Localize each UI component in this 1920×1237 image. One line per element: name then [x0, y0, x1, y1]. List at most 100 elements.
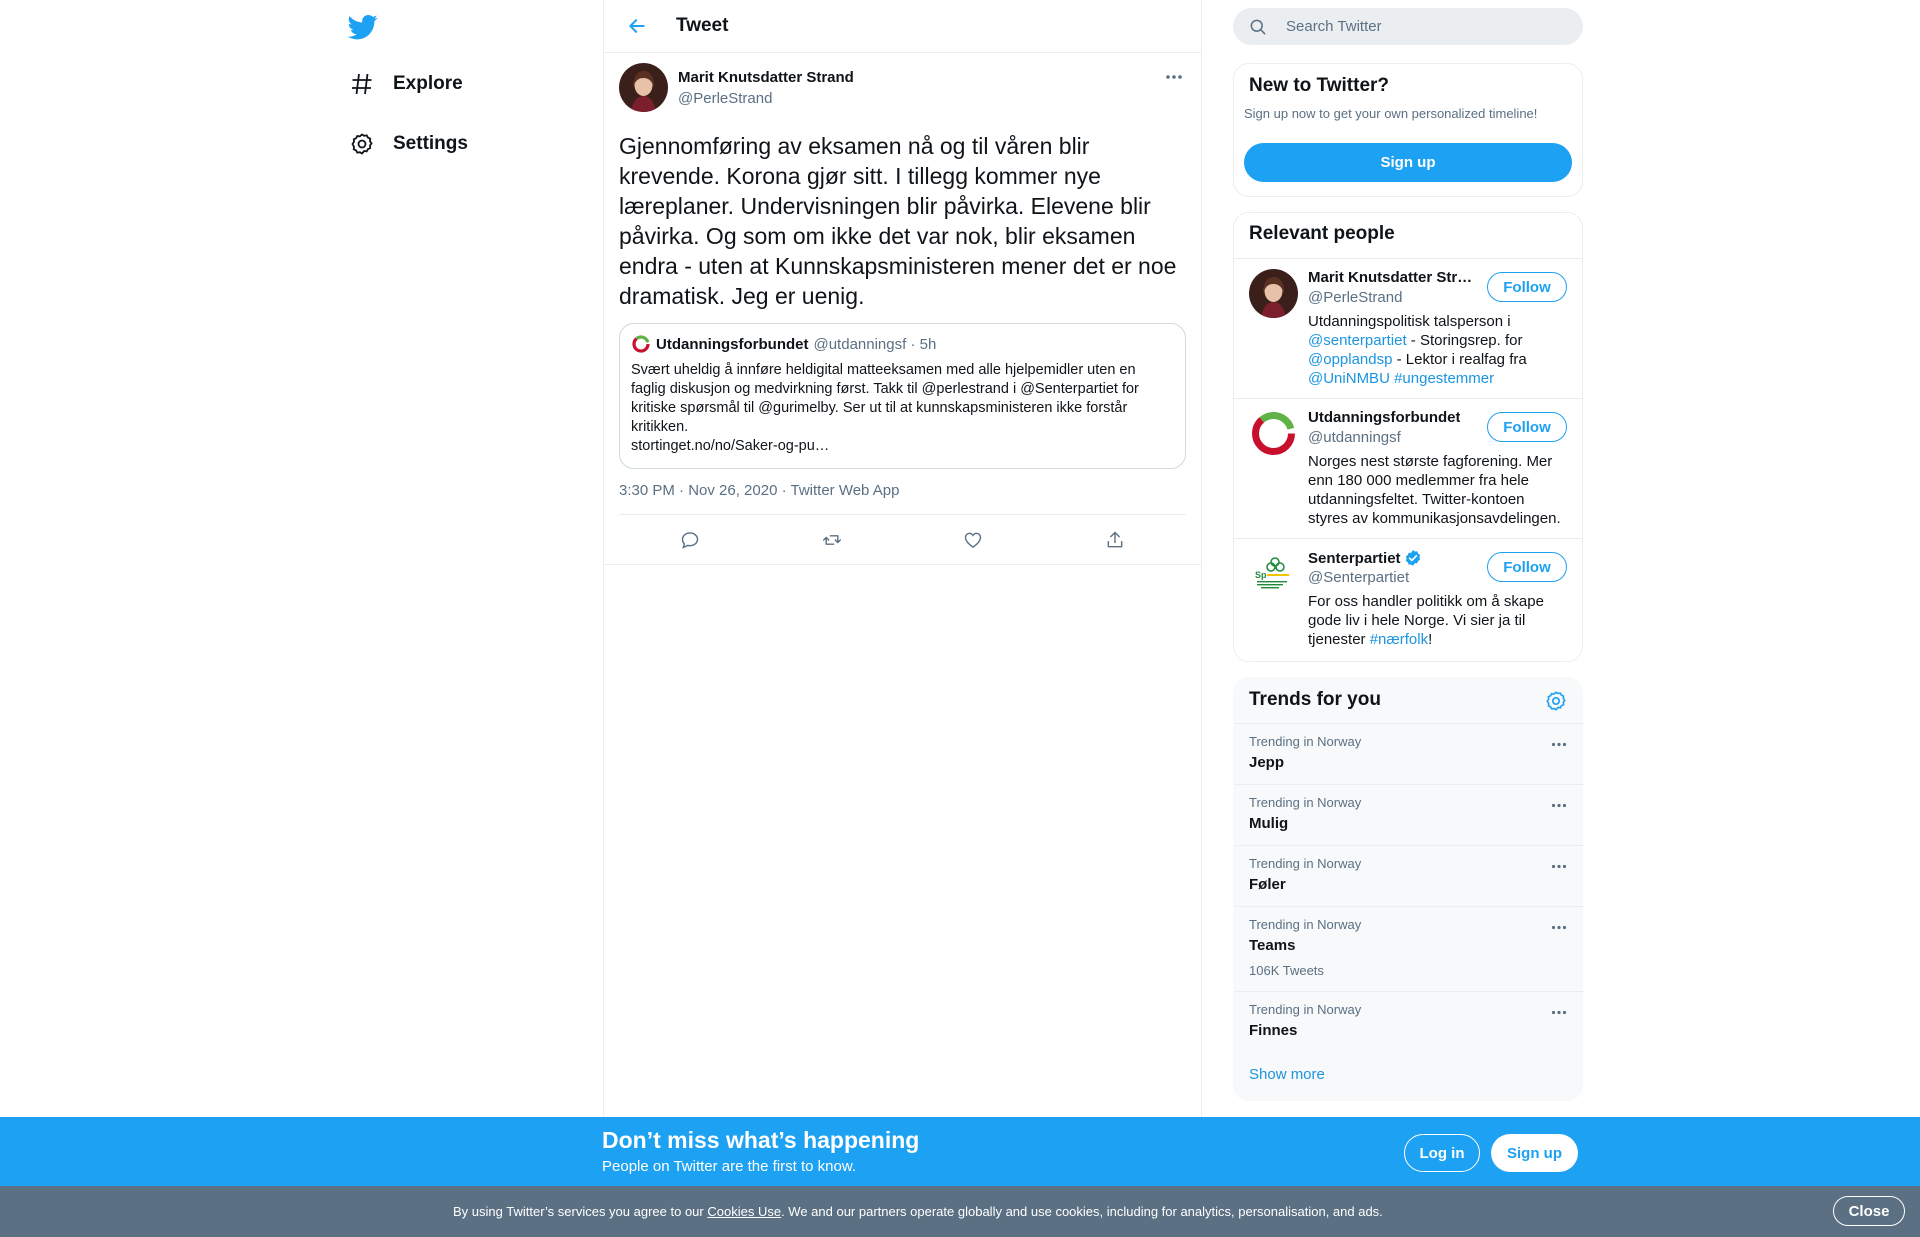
person-name: Utdanningsforbundet	[1308, 409, 1461, 427]
cookies-use-link[interactable]: Cookies Use	[707, 1204, 781, 1219]
search-icon	[1250, 19, 1266, 34]
bio-hashtag[interactable]: #nærfolk	[1370, 631, 1428, 648]
quote-header: Utdanningsforbundet @utdanningsf · 5h	[631, 334, 1174, 354]
person-bio: For oss handler politikk om å skape gode…	[1308, 592, 1567, 649]
gear-icon	[349, 131, 375, 157]
trend-item[interactable]: Trending in Norway Mulig	[1234, 784, 1584, 845]
reply-icon	[681, 531, 699, 549]
trend-context: Trending in Norway	[1249, 734, 1362, 749]
more-dots-icon	[1166, 75, 1182, 79]
trend-item[interactable]: Trending in Norway Føler	[1234, 845, 1584, 906]
follow-button[interactable]: Follow	[1487, 272, 1567, 302]
more-dots-icon	[1551, 742, 1567, 746]
trend-more-button[interactable]	[1549, 919, 1569, 935]
twitter-bird-icon[interactable]	[347, 12, 378, 42]
trend-more-button[interactable]	[1549, 1004, 1569, 1020]
tweet-text: Gjennomføring av eksamen nå og til våren…	[619, 133, 1183, 309]
nav-settings-label: Settings	[393, 133, 468, 154]
author-handle: @PerleStrand	[678, 90, 773, 107]
utdanningsforbundet-logo-icon	[631, 334, 651, 354]
trend-item[interactable]: Trending in Norway Jepp	[1234, 723, 1584, 784]
trend-context: Trending in Norway	[1249, 856, 1362, 871]
bio-hashtag[interactable]: #ungestemmer	[1394, 370, 1494, 387]
retweet-button[interactable]	[814, 522, 850, 558]
tweet: Marit Knutsdatter Strand @PerleStrand Gj…	[604, 53, 1201, 565]
retweet-icon	[822, 534, 841, 545]
signup-banner: Don’t miss what’s happening People on Tw…	[0, 1117, 1920, 1186]
person-item[interactable]: Marit Knutsdatter Str… @PerleStrand Utda…	[1234, 258, 1582, 398]
tweet-author[interactable]: Marit Knutsdatter Strand @PerleStrand	[678, 69, 854, 115]
relevant-people-title: Relevant people	[1249, 223, 1395, 244]
person-name: Marit Knutsdatter Str…	[1308, 269, 1473, 287]
trend-more-button[interactable]	[1549, 858, 1569, 874]
cookie-text: By using Twitter’s services you agree to…	[453, 1204, 1383, 1219]
nav-explore[interactable]: Explore	[349, 64, 463, 104]
trend-more-button[interactable]	[1549, 736, 1569, 752]
quote-meta: @utdanningsf · 5h	[813, 335, 937, 353]
nav-explore-label: Explore	[393, 73, 463, 94]
sidebar-signup-button[interactable]: Sign up	[1244, 143, 1572, 182]
author-name: Marit Knutsdatter Strand	[678, 69, 854, 86]
bio-mention[interactable]: @UniNMBU	[1308, 370, 1390, 387]
quote-author-name: Utdanningsforbundet	[656, 335, 809, 353]
show-more-link[interactable]: Show more	[1249, 1066, 1325, 1083]
arrow-left-icon	[629, 19, 645, 33]
bio-text: - Lektor i realfag fra	[1392, 351, 1527, 368]
bio-mention[interactable]: @opplandsp	[1308, 351, 1392, 368]
person-item[interactable]: Sp Senterpartiet @Senterpartiet For oss …	[1234, 538, 1582, 662]
tweet-timestamp[interactable]: 3:30 PM · Nov 26, 2020 · Twitter Web App	[619, 482, 1186, 515]
quote-link: stortinget.no/no/Saker-og-pu…	[631, 438, 830, 454]
follow-button[interactable]: Follow	[1487, 412, 1567, 442]
login-button[interactable]: Log in	[1404, 1134, 1480, 1172]
trend-name: Finnes	[1249, 1022, 1298, 1039]
trend-count: 106K Tweets	[1249, 963, 1324, 978]
bio-text: - Storingsrep. for	[1406, 332, 1523, 349]
trends-settings-button[interactable]	[1545, 690, 1567, 712]
signup-button[interactable]: Sign up	[1491, 1134, 1578, 1172]
search-input[interactable]	[1286, 18, 1566, 35]
trend-item[interactable]: Trending in Norway Finnes	[1234, 991, 1584, 1052]
trend-item[interactable]: Trending in Norway Teams 106K Tweets	[1234, 906, 1584, 991]
heart-icon	[965, 532, 982, 548]
trend-context: Trending in Norway	[1249, 795, 1362, 810]
tweet-actions	[604, 515, 1201, 565]
more-dots-icon	[1551, 864, 1567, 868]
banner-subtitle: People on Twitter are the first to know.	[602, 1158, 857, 1175]
nav-settings[interactable]: Settings	[349, 124, 468, 164]
trend-name: Føler	[1249, 876, 1286, 893]
new-to-twitter-card: New to Twitter? Sign up now to get your …	[1233, 63, 1583, 197]
bio-text: !	[1428, 631, 1433, 648]
person-bio: Utdanningspolitisk talsperson i @senterp…	[1308, 312, 1567, 388]
cookie-bar: By using Twitter’s services you agree to…	[0, 1186, 1920, 1237]
bio-text: Utdanningspolitisk talsperson i	[1308, 313, 1511, 330]
follow-button[interactable]: Follow	[1487, 552, 1567, 582]
quote-text: Svært uheldig å innføre heldigital matte…	[631, 361, 1174, 456]
more-options-button[interactable]	[1162, 65, 1186, 89]
reply-button[interactable]	[672, 522, 708, 558]
back-button[interactable]	[619, 8, 655, 44]
search-bar[interactable]	[1233, 8, 1583, 45]
new-to-twitter-title: New to Twitter?	[1249, 75, 1390, 96]
quoted-tweet[interactable]: Utdanningsforbundet @utdanningsf · 5h Sv…	[619, 323, 1186, 469]
tweet-header: Marit Knutsdatter Strand @PerleStrand	[619, 63, 1186, 115]
banner-title: Don’t miss what’s happening	[602, 1127, 920, 1153]
hashtag-icon	[349, 71, 375, 97]
person-bio: Norges nest største fagforening. Mer enn…	[1308, 453, 1561, 527]
bio-mention[interactable]: @senterpartiet	[1308, 332, 1407, 349]
trends-card: Trends for you Trending in Norway Jepp T…	[1233, 677, 1584, 1101]
relevant-people-card: Relevant people Marit Knutsdatter Str… @…	[1233, 212, 1583, 662]
avatar	[1249, 269, 1298, 318]
more-dots-icon	[1551, 925, 1567, 929]
avatar[interactable]	[619, 63, 668, 112]
person-name: Senterpartiet	[1308, 549, 1401, 567]
like-button[interactable]	[955, 522, 991, 558]
cookie-close-button[interactable]: Close	[1833, 1196, 1905, 1226]
trend-more-button[interactable]	[1549, 797, 1569, 813]
trend-name: Mulig	[1249, 815, 1289, 832]
trends-title: Trends for you	[1249, 689, 1381, 710]
trend-name: Jepp	[1249, 754, 1285, 771]
person-item[interactable]: Utdanningsforbundet @utdanningsf Norges …	[1234, 398, 1582, 538]
main-column: Tweet Marit Knutsdatter Strand @PerleStr…	[603, 0, 1202, 1237]
page-title: Tweet	[676, 15, 729, 36]
share-button[interactable]	[1097, 522, 1133, 558]
